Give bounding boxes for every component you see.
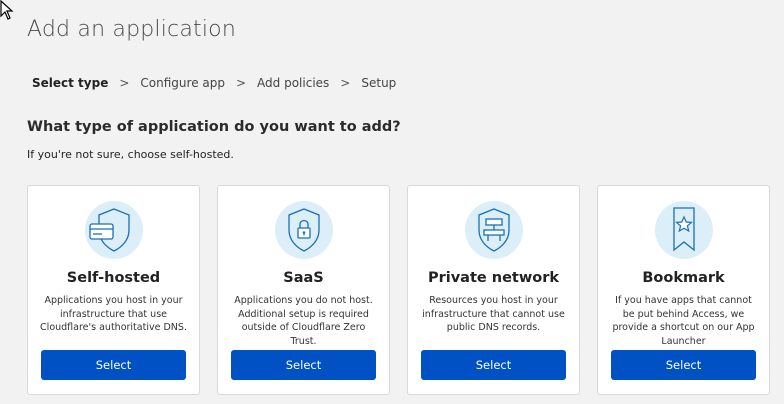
select-saas-button[interactable]: Select (231, 350, 376, 380)
card-private-network[interactable]: Private network Resources you host in yo… (407, 185, 580, 395)
card-title: SaaS (283, 270, 324, 286)
bookmark-star-icon (654, 200, 714, 260)
shield-card-icon (84, 200, 144, 260)
select-bookmark-button[interactable]: Select (611, 350, 756, 380)
select-self-hosted-button[interactable]: Select (41, 350, 186, 380)
section-question: What type of application do you want to … (27, 119, 401, 135)
breadcrumb-step-add-policies: Add policies (257, 76, 330, 90)
card-title: Self-hosted (66, 270, 161, 286)
breadcrumb-separator: > (119, 76, 130, 90)
shield-network-icon (464, 200, 524, 260)
breadcrumb-step-select-type: Select type (32, 76, 109, 90)
card-saas[interactable]: SaaS Applications you do not host. Addit… (217, 185, 390, 395)
card-description: If you have apps that cannot be put behi… (612, 295, 755, 347)
breadcrumb-step-setup: Setup (361, 76, 397, 90)
mouse-cursor-icon (0, 0, 14, 20)
breadcrumb: Select type > Configure app > Add polici… (32, 76, 396, 90)
card-description: Applications you host in your infrastruc… (40, 295, 187, 333)
card-title: Private network (427, 270, 560, 286)
card-description: Resources you host in your infrastructur… (422, 295, 565, 333)
breadcrumb-separator: > (340, 76, 351, 90)
add-application-page: Add an application Select type > Configu… (0, 0, 784, 404)
application-type-cards: Self-hosted Applications you host in you… (27, 185, 770, 395)
card-bookmark[interactable]: Bookmark If you have apps that cannot be… (597, 185, 770, 395)
card-self-hosted[interactable]: Self-hosted Applications you host in you… (27, 185, 200, 395)
page-title: Add an application (27, 17, 236, 42)
shield-lock-icon (274, 200, 334, 260)
card-title: Bookmark (642, 270, 725, 286)
select-private-network-button[interactable]: Select (421, 350, 566, 380)
section-hint: If you're not sure, choose self-hosted. (27, 148, 234, 161)
breadcrumb-step-configure-app: Configure app (140, 76, 225, 90)
breadcrumb-separator: > (235, 76, 247, 90)
card-description: Applications you do not host. Additional… (234, 295, 373, 347)
